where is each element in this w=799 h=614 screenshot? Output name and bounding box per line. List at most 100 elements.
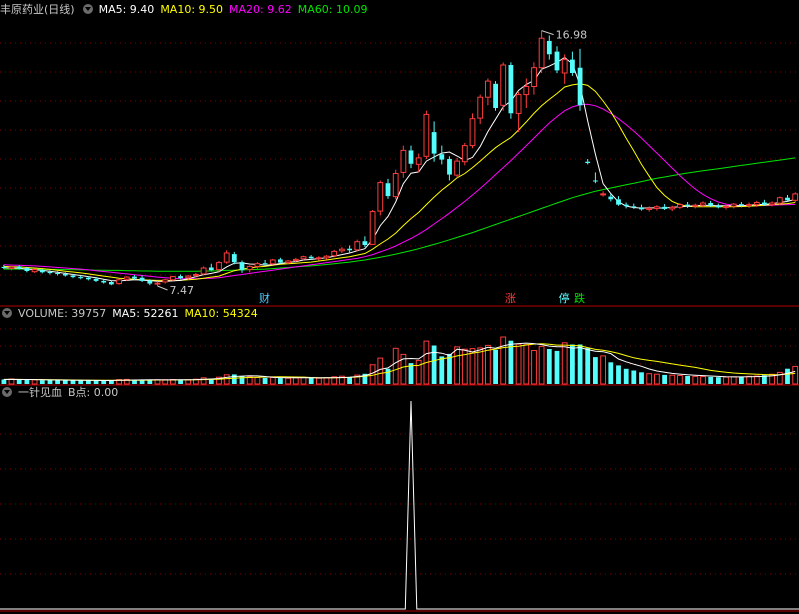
- high-pointer: [541, 30, 554, 36]
- candle-body-down: [86, 277, 91, 280]
- volume-bar-down: [631, 370, 637, 384]
- volume-bar-up: [415, 359, 422, 385]
- volume-bar-up: [538, 345, 545, 385]
- volume-bar-down: [685, 376, 690, 384]
- candle-body-down: [616, 199, 621, 205]
- candle-body-down: [708, 203, 714, 206]
- volume-bar-down: [109, 380, 114, 384]
- volume-bar-down: [47, 380, 53, 384]
- candle-body-up: [792, 193, 799, 201]
- volume-bar-down: [639, 372, 644, 384]
- candle-body-down: [62, 273, 68, 276]
- candle-body-down: [178, 276, 183, 279]
- volume-bar-down: [585, 348, 591, 384]
- candle-body-up: [354, 241, 361, 251]
- candle-body-up: [154, 282, 161, 285]
- volume-bar-down: [16, 379, 22, 384]
- volume-bar-up: [377, 357, 384, 385]
- volume-bar-down: [570, 344, 575, 384]
- volume-bar-down: [93, 380, 99, 384]
- candle-body-up: [477, 96, 484, 119]
- candle-body-down: [593, 180, 598, 182]
- volume-bar-up: [269, 376, 276, 385]
- volume-bar-up: [531, 350, 537, 385]
- volume-bar-down: [39, 380, 45, 384]
- volume-bar-down: [55, 380, 60, 384]
- candle-body-up: [323, 255, 330, 259]
- volume-bar-down: [623, 368, 629, 384]
- candle-body-up: [200, 267, 207, 275]
- candle-body-up: [31, 269, 38, 273]
- candle-body-up: [654, 206, 660, 209]
- volume-bar-down: [347, 376, 352, 384]
- candle-body-up: [116, 279, 122, 285]
- candle-body-up: [723, 205, 729, 208]
- candle-body-up: [523, 86, 530, 96]
- candle-body-down: [101, 280, 107, 283]
- ma10-line: [3, 83, 796, 281]
- candle-body-up: [285, 260, 292, 264]
- candle-body-up: [646, 207, 653, 210]
- volume-bar-down: [139, 380, 145, 384]
- volume-bar-up: [500, 336, 507, 385]
- volume-bar-up: [561, 342, 568, 385]
- candle-body-down: [785, 197, 790, 201]
- candle-body-down: [493, 83, 498, 108]
- volume-bar-down: [62, 380, 68, 384]
- candle-body-up: [8, 266, 15, 270]
- candle-body-down: [78, 277, 84, 279]
- candle-body-down: [439, 154, 445, 160]
- candle-body-down: [132, 276, 137, 279]
- stock-chart[interactable]: 16.98 7.47 财 涨 停跌: [0, 0, 799, 614]
- candle-body-up: [746, 204, 753, 207]
- low-price-label: 7.47: [169, 284, 194, 297]
- candle-body-up: [538, 37, 545, 69]
- candle-body-up: [185, 275, 192, 279]
- candle-body-down: [577, 67, 583, 106]
- volume-bar-up: [254, 377, 261, 385]
- candle-body-up: [769, 202, 776, 206]
- candle-body-up: [531, 67, 537, 87]
- volume-bar-down: [716, 377, 721, 384]
- candle-body-up: [170, 276, 176, 281]
- candle-body-up: [692, 204, 699, 207]
- candle-body-down: [147, 280, 153, 284]
- volume-bar-up: [600, 355, 607, 385]
- candle-body-down: [16, 266, 22, 269]
- candle-body-up: [316, 257, 322, 260]
- candle-body-up: [292, 258, 299, 261]
- candle-body-up: [669, 206, 676, 210]
- candle-body-down: [109, 282, 114, 285]
- event-marker: 财: [259, 291, 270, 305]
- volume-bar-up: [646, 373, 653, 385]
- volume-bar-up: [753, 375, 760, 385]
- b-point-line: [0, 400, 799, 610]
- candle-body-up: [677, 204, 683, 208]
- volume-bar-down: [439, 356, 445, 384]
- candle-body-down: [93, 278, 99, 281]
- candle-body-down: [39, 270, 45, 273]
- volume-bar-down: [239, 376, 245, 384]
- candle-body-up: [269, 259, 276, 265]
- candle-body-down: [639, 207, 644, 210]
- candle-body-up: [331, 250, 338, 257]
- volume-bar-down: [554, 350, 560, 384]
- volume-bar-down: [431, 345, 437, 384]
- volume-bar-down: [493, 349, 498, 384]
- volume-bar-up: [723, 376, 729, 385]
- volume-bar-up: [692, 375, 699, 385]
- candle-body-down: [739, 204, 744, 206]
- volume-bar-down: [546, 349, 552, 384]
- volume-bar-up: [31, 379, 38, 385]
- candle-body-up: [300, 256, 307, 260]
- candle-body-up: [485, 80, 491, 98]
- volume-bar-up: [654, 373, 660, 385]
- candle-body-down: [231, 254, 237, 263]
- low-pointer: [157, 285, 168, 291]
- candle-body-up: [700, 202, 706, 206]
- candle-body-down: [662, 206, 667, 209]
- volume-bar-down: [708, 376, 714, 384]
- candle-body-down: [47, 271, 53, 274]
- candle-body-down: [55, 272, 60, 274]
- candle-body-down: [431, 132, 437, 154]
